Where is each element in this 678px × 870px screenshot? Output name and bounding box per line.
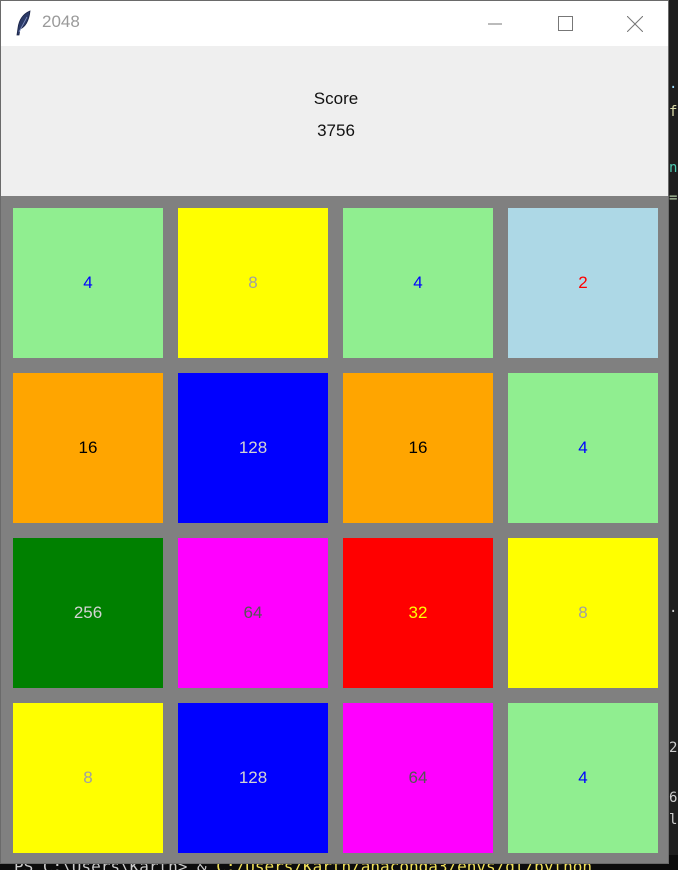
feather-icon [15, 10, 33, 36]
game-window: 2048 Score 3756 4 8 4 2 16 128 16 4 256 64 32 8 8 128… [0, 0, 669, 864]
tile-r2-c2: 128 [178, 373, 328, 523]
maximize-button[interactable] [542, 1, 588, 46]
tile-r1-c4: 2 [508, 208, 658, 358]
maximize-icon [557, 16, 573, 31]
tile-r3-c4: 8 [508, 538, 658, 688]
tile-r1-c2: 8 [178, 208, 328, 358]
code-fragment: 2 [669, 740, 678, 756]
tile-r3-c1: 256 [13, 538, 163, 688]
tile-r4-c2: 128 [178, 703, 328, 853]
code-fragment: 6 [669, 790, 678, 806]
code-fragment: . [669, 600, 678, 616]
tile-r1-c3: 4 [343, 208, 493, 358]
game-board[interactable]: 4 8 4 2 16 128 16 4 256 64 32 8 8 128 64 4 [1, 196, 668, 863]
score-value: 3756 [317, 121, 355, 140]
tile-r3-c2: 64 [178, 538, 328, 688]
close-icon [627, 15, 643, 32]
tile-r4-c1: 8 [13, 703, 163, 853]
tile-r4-c4: 4 [508, 703, 658, 853]
tile-r2-c4: 4 [508, 373, 658, 523]
minimize-icon [488, 23, 502, 24]
code-fragment: = [669, 190, 678, 206]
close-button[interactable] [612, 1, 658, 46]
title-bar[interactable]: 2048 [1, 1, 668, 46]
code-fragment: n [669, 160, 678, 176]
tile-r3-c3: 32 [343, 538, 493, 688]
tile-r2-c3: 16 [343, 373, 493, 523]
tile-r4-c3: 64 [343, 703, 493, 853]
score-panel: Score 3756 [1, 46, 668, 196]
minimize-button[interactable] [472, 1, 518, 46]
code-fragment: l [669, 812, 678, 828]
window-title: 2048 [42, 12, 80, 31]
tile-r2-c1: 16 [13, 373, 163, 523]
tile-r1-c1: 4 [13, 208, 163, 358]
score-label: Score [313, 89, 359, 108]
